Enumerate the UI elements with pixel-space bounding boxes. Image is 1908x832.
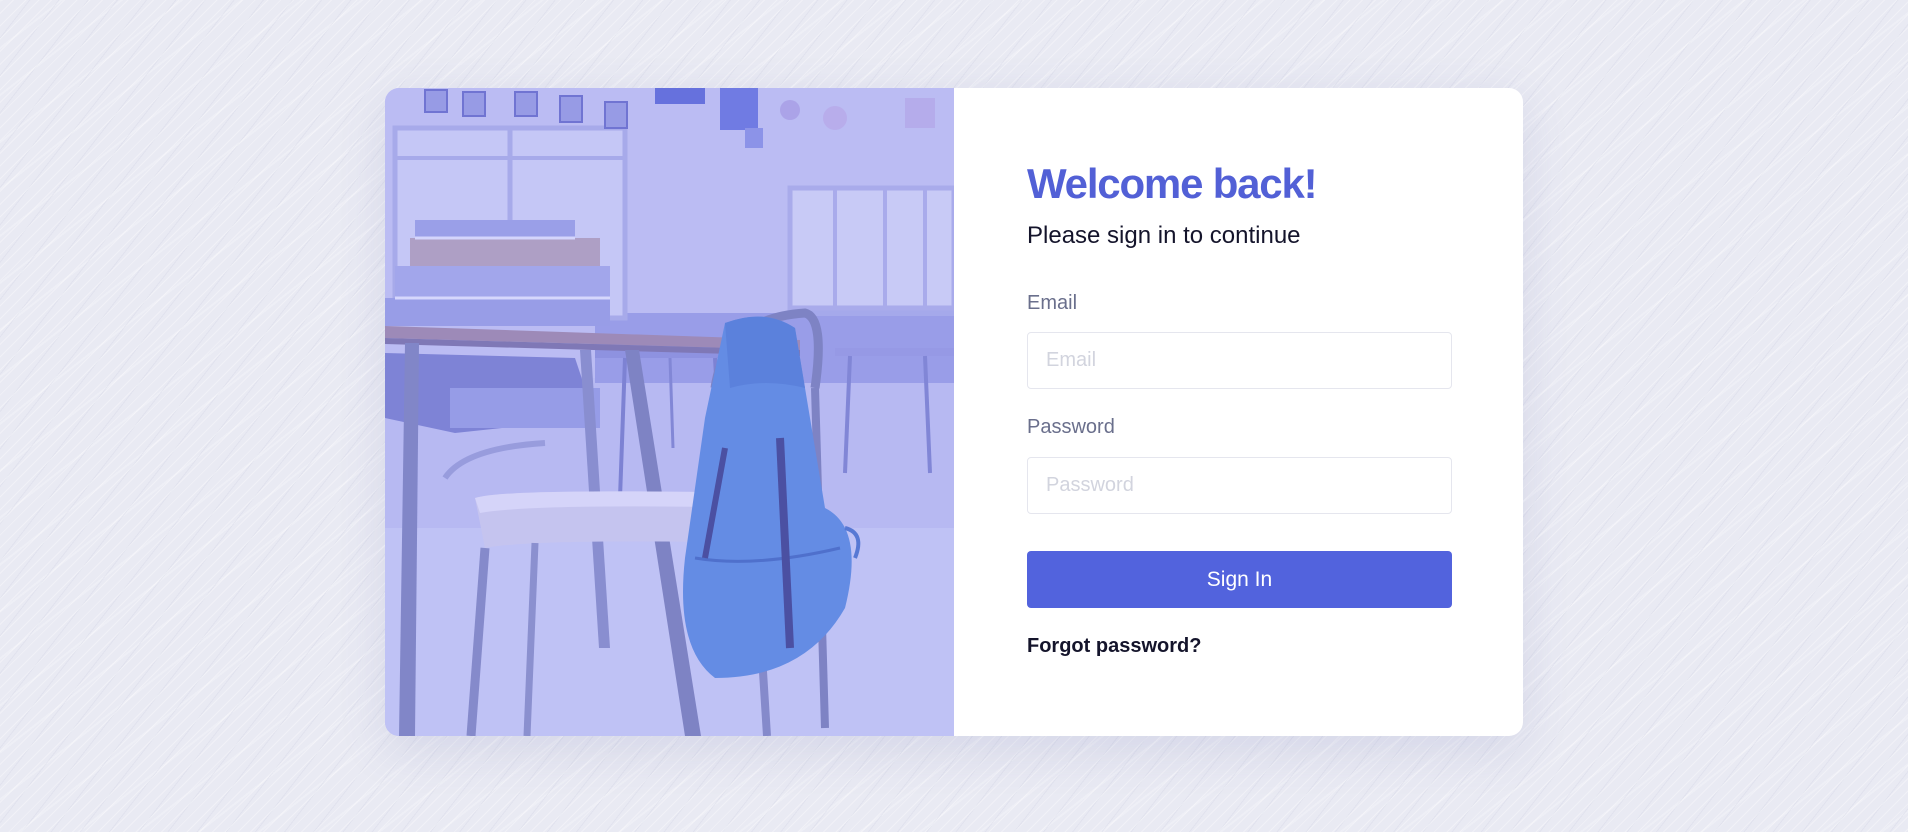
page-subtitle: Please sign in to continue [1027, 222, 1301, 249]
email-input[interactable] [1027, 332, 1452, 389]
forgot-password-link[interactable]: Forgot password? [1027, 635, 1201, 658]
page-title: Welcome back! [1027, 160, 1318, 207]
password-label: Password [1027, 416, 1115, 438]
email-label: Email [1027, 292, 1078, 314]
sign-in-form: Welcome back! Please sign in to continue… [954, 88, 1523, 736]
sign-in-button[interactable]: Sign In [1027, 551, 1452, 608]
classroom-hero-image [385, 88, 954, 736]
classroom-illustration [385, 88, 954, 736]
password-input[interactable] [1027, 457, 1452, 514]
login-card: Welcome back! Please sign in to continue… [385, 88, 1523, 736]
